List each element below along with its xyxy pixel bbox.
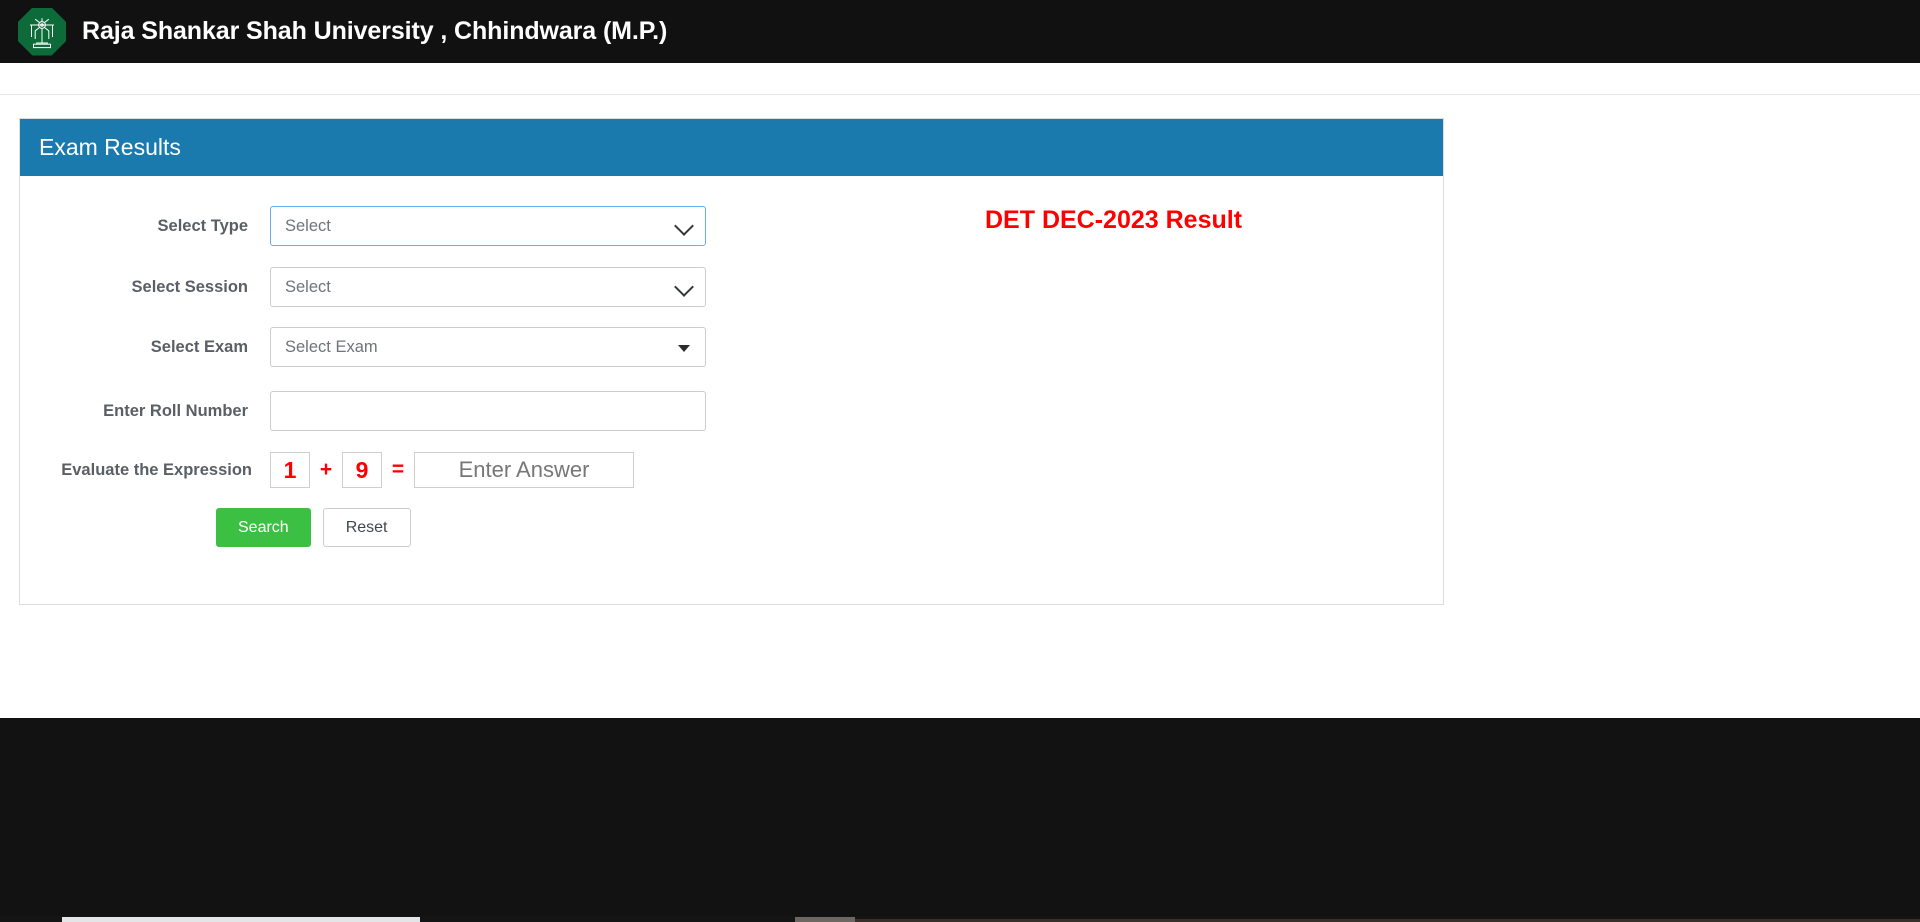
browser-sliver-mid — [795, 917, 855, 922]
panel-header: Exam Results — [20, 119, 1443, 176]
captcha-equals-sign: = — [391, 458, 405, 481]
browser-chrome-sliver — [0, 916, 1920, 922]
captcha-operand-left: 1 — [270, 452, 310, 488]
label-enter-roll-number: Enter Roll Number — [103, 401, 248, 420]
form-row-select-type: Select Type Select — [20, 206, 900, 246]
site-footer — [0, 718, 1920, 922]
brand-title: Raja Shankar Shah University , Chhindwar… — [82, 17, 668, 45]
select-exam-dropdown[interactable]: Select Exam — [270, 327, 706, 367]
university-tree-emblem-icon[interactable] — [18, 7, 66, 56]
top-navbar: Raja Shankar Shah University , Chhindwar… — [0, 0, 1920, 63]
select-type-value: Select — [285, 216, 331, 235]
form-row-select-exam: Select Exam Select Exam — [20, 327, 900, 367]
select-type-dropdown[interactable]: Select — [270, 206, 706, 246]
search-button[interactable]: Search — [216, 508, 311, 547]
label-select-type: Select Type — [157, 216, 248, 235]
exam-results-panel: Exam Results Select Type Select Select S… — [19, 118, 1444, 605]
label-evaluate-expression: Evaluate the Expression — [61, 460, 252, 479]
secondary-nav-strip — [0, 63, 1920, 95]
result-heading: DET DEC-2023 Result — [985, 206, 1243, 234]
form-actions: Search Reset — [216, 508, 411, 547]
page-title: Exam Results — [39, 134, 181, 160]
roll-number-input[interactable] — [270, 391, 706, 431]
captcha-answer-input[interactable] — [414, 452, 634, 488]
form-row-captcha: Evaluate the Expression 1 + 9 = — [20, 450, 634, 490]
caret-down-icon — [678, 345, 690, 352]
chevron-down-icon — [674, 277, 694, 297]
select-session-dropdown[interactable]: Select — [270, 267, 706, 307]
chevron-down-icon — [674, 216, 694, 236]
select-exam-value: Select Exam — [285, 337, 378, 356]
reset-button[interactable]: Reset — [322, 508, 411, 547]
captcha-operand-right: 9 — [342, 452, 382, 488]
label-select-session: Select Session — [131, 277, 248, 296]
browser-sliver-left — [62, 917, 420, 922]
label-select-exam: Select Exam — [150, 337, 248, 356]
panel-body: Select Type Select Select Session Select… — [20, 176, 1443, 604]
form-row-select-session: Select Session Select — [20, 267, 900, 307]
captcha-operator: + — [319, 458, 333, 481]
select-session-value: Select — [285, 277, 331, 296]
form-row-roll-number: Enter Roll Number — [20, 391, 900, 431]
